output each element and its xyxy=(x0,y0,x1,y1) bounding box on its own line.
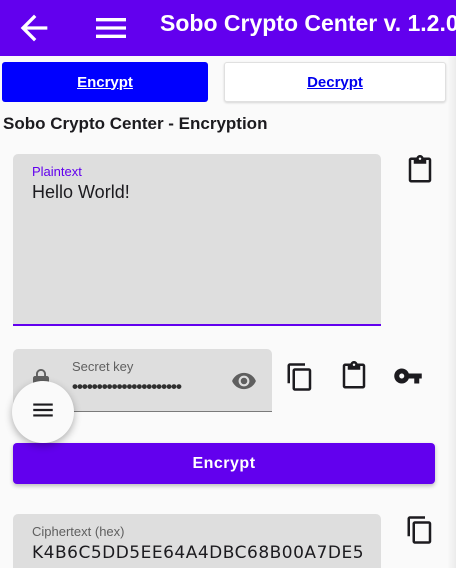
copy-key-button[interactable] xyxy=(285,362,315,392)
plaintext-value[interactable]: Hello World! xyxy=(32,182,130,203)
app-bar: Sobo Crypto Center v. 1.2.0 xyxy=(0,0,456,56)
ciphertext-label: Ciphertext (hex) xyxy=(32,524,125,539)
plaintext-label: Plaintext xyxy=(32,164,82,179)
key-icon xyxy=(393,361,423,391)
tab-decrypt[interactable]: Decrypt xyxy=(224,62,446,102)
plaintext-field[interactable]: Plaintext Hello World! xyxy=(13,154,381,326)
paste-icon xyxy=(405,155,435,185)
generate-key-button[interactable] xyxy=(393,361,423,391)
paste-plaintext-button[interactable] xyxy=(405,155,435,185)
menu-fab-button[interactable] xyxy=(12,381,74,443)
app-title: Sobo Crypto Center v. 1.2.0 xyxy=(160,10,456,36)
arrow-back-icon[interactable] xyxy=(14,8,54,48)
right-edge-shadow xyxy=(447,56,456,568)
copy-icon xyxy=(405,515,435,545)
hamburger-menu-icon xyxy=(30,397,56,428)
ciphertext-field[interactable]: Ciphertext (hex) K4B6C5DD5EE64A4DBC68B00… xyxy=(13,514,381,568)
encrypt-button[interactable]: Encrypt xyxy=(13,443,435,484)
secret-key-value[interactable]: •••••••••••••••••••••• xyxy=(72,377,182,397)
paste-icon xyxy=(339,361,369,391)
copy-ciphertext-button[interactable] xyxy=(405,515,435,545)
tab-encrypt[interactable]: Encrypt xyxy=(2,62,208,102)
ciphertext-value[interactable]: K4B6C5DD5EE64A4DBC68B00A7DE5 xyxy=(32,543,364,563)
visibility-icon[interactable] xyxy=(231,368,257,394)
secret-key-label: Secret key xyxy=(72,359,134,374)
section-title: Sobo Crypto Center - Encryption xyxy=(3,114,268,133)
paste-key-button[interactable] xyxy=(339,361,369,391)
hamburger-menu-icon[interactable] xyxy=(91,8,131,48)
copy-icon xyxy=(285,362,315,392)
